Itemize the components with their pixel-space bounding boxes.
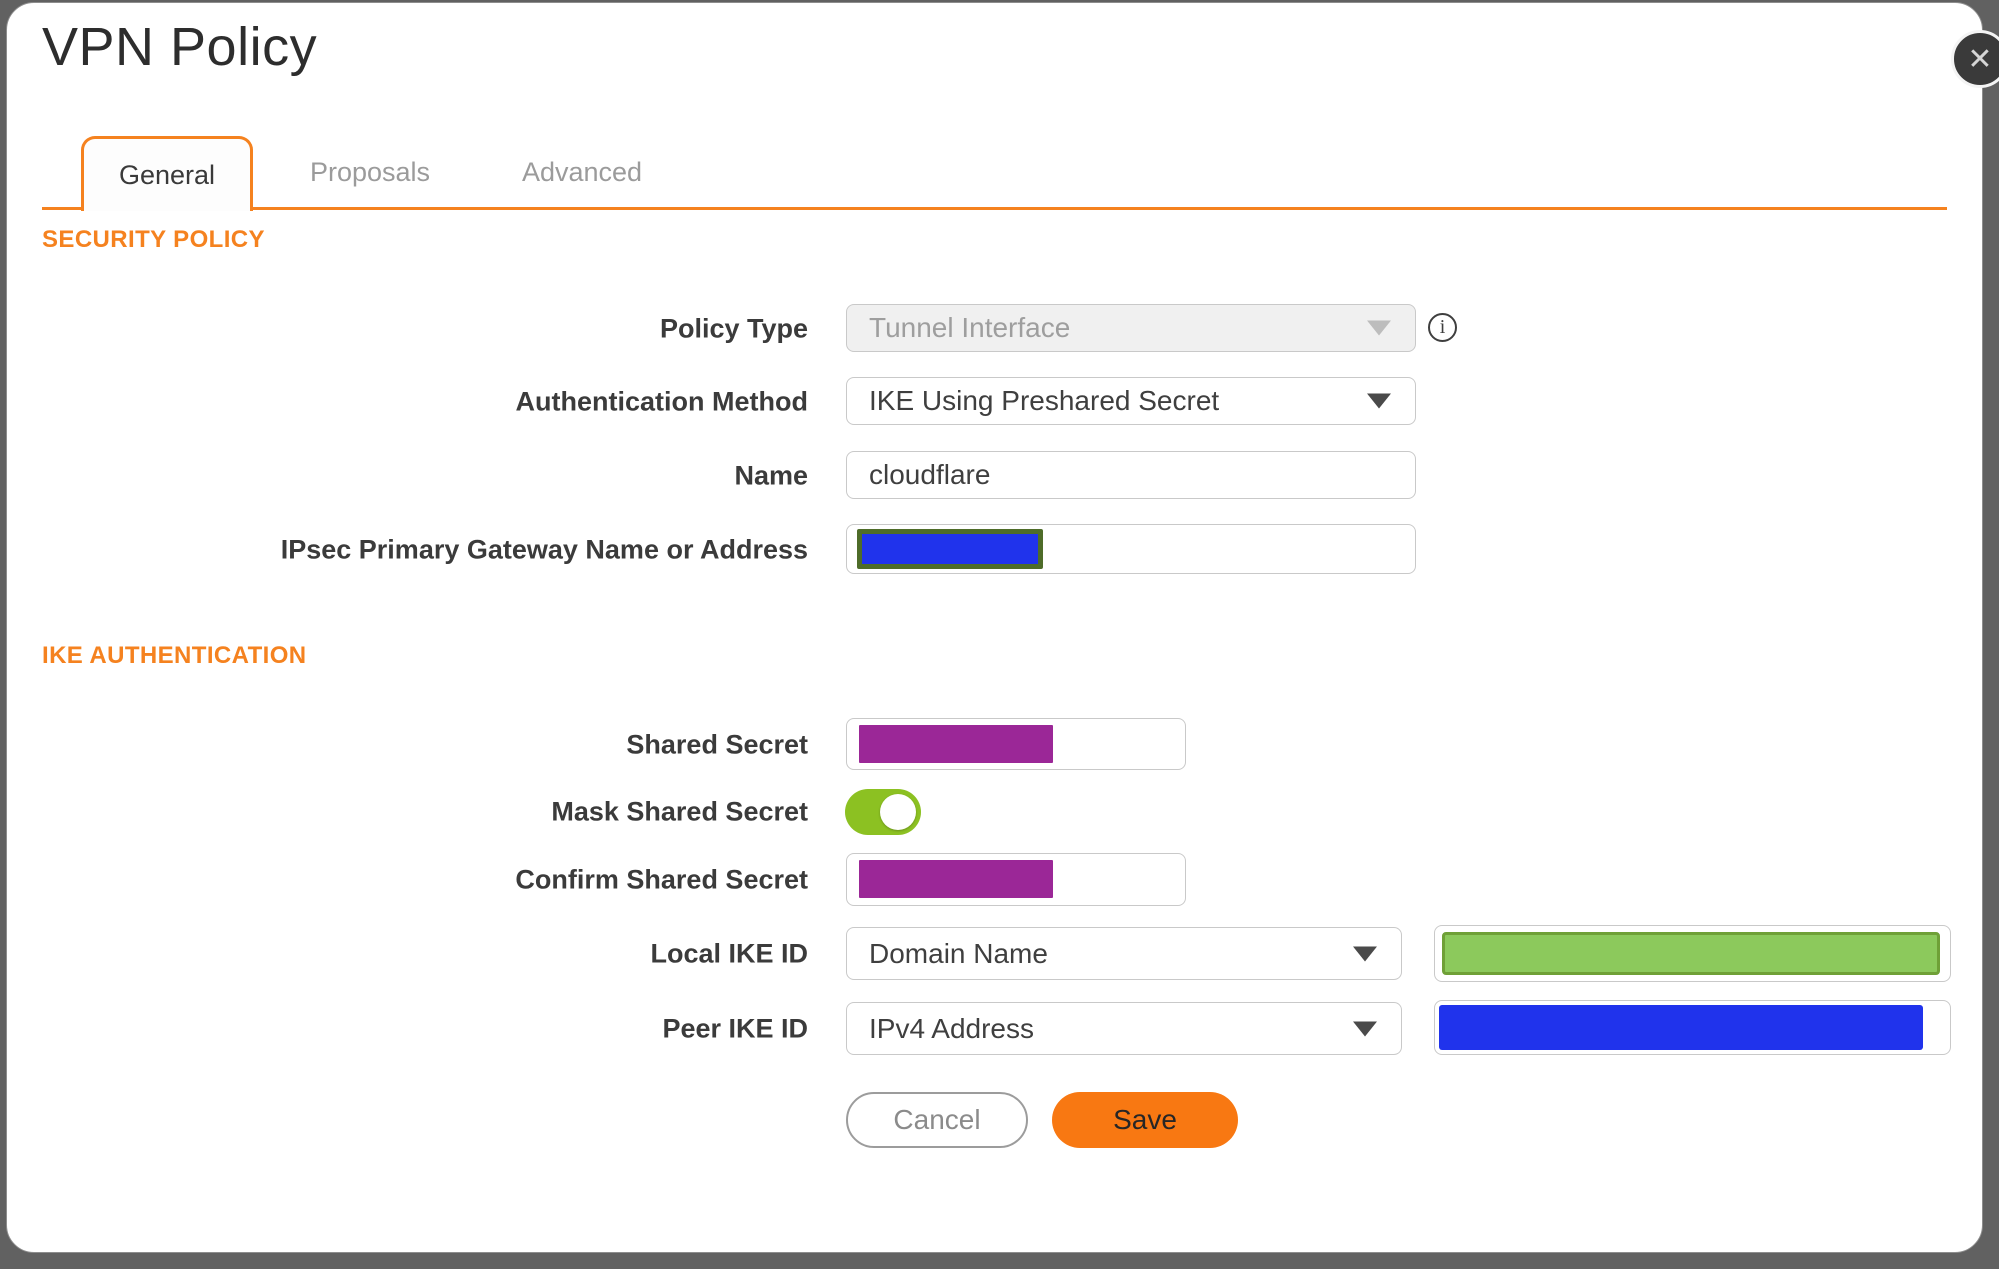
section-ike-authentication: IKE AUTHENTICATION (42, 642, 307, 669)
mask-shared-secret-label: Mask Shared Secret (551, 796, 808, 827)
chevron-down-icon (1353, 1021, 1377, 1036)
tab-general[interactable]: General (81, 136, 253, 211)
mask-shared-secret-toggle[interactable] (845, 789, 921, 835)
policy-type-select: Tunnel Interface (846, 304, 1416, 352)
confirm-shared-secret-redaction-box (859, 860, 1053, 898)
page-title: VPN Policy (42, 17, 318, 77)
tab-underline (42, 207, 1947, 210)
info-icon[interactable]: i (1428, 313, 1457, 342)
chevron-down-icon (1367, 320, 1391, 336)
tab-proposals[interactable]: Proposals (300, 136, 440, 208)
authentication-method-select[interactable]: IKE Using Preshared Secret (846, 377, 1416, 425)
local-ike-id-value-input[interactable] (1434, 925, 1951, 982)
local-ike-id-select[interactable]: Domain Name (846, 927, 1402, 980)
gateway-label: IPsec Primary Gateway Name or Address (280, 534, 808, 565)
peer-ike-id-select[interactable]: IPv4 Address (846, 1002, 1402, 1055)
peer-ike-id-redaction-box (1439, 1005, 1923, 1050)
close-icon: ✕ (1967, 42, 1993, 76)
peer-ike-id-type-value: IPv4 Address (869, 1012, 1034, 1044)
name-value: cloudflare (869, 459, 991, 490)
authentication-method-value: IKE Using Preshared Secret (869, 385, 1220, 416)
policy-type-label: Policy Type (659, 313, 808, 344)
gateway-input[interactable] (846, 524, 1416, 574)
chevron-down-icon (1353, 946, 1377, 961)
gateway-redaction-box (857, 529, 1043, 569)
policy-type-value: Tunnel Interface (869, 312, 1071, 343)
cancel-button[interactable]: Cancel (846, 1092, 1028, 1148)
confirm-shared-secret-input[interactable] (846, 853, 1186, 906)
name-input[interactable]: cloudflare (846, 451, 1416, 499)
section-security-policy: SECURITY POLICY (42, 226, 265, 253)
local-ike-id-label: Local IKE ID (650, 938, 808, 969)
local-ike-id-redaction-box (1442, 932, 1940, 975)
toggle-knob (880, 794, 916, 830)
authentication-method-label: Authentication Method (515, 386, 808, 417)
shared-secret-redaction-box (859, 725, 1053, 763)
save-button[interactable]: Save (1052, 1092, 1238, 1148)
tab-advanced[interactable]: Advanced (512, 136, 652, 208)
chevron-down-icon (1367, 393, 1391, 409)
confirm-shared-secret-label: Confirm Shared Secret (515, 864, 808, 895)
name-label: Name (734, 460, 808, 491)
shared-secret-label: Shared Secret (626, 729, 808, 760)
peer-ike-id-value-input[interactable] (1434, 1000, 1951, 1055)
local-ike-id-type-value: Domain Name (869, 937, 1048, 969)
shared-secret-input[interactable] (846, 718, 1186, 770)
peer-ike-id-label: Peer IKE ID (662, 1013, 808, 1044)
